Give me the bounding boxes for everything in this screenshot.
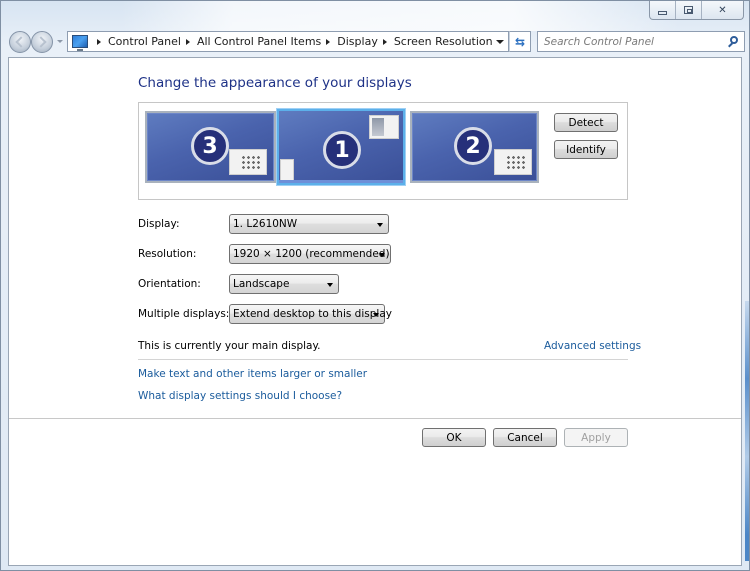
display-label: Display:: [138, 218, 180, 230]
orientation-label: Orientation:: [138, 278, 201, 290]
titlebar: [121, 1, 681, 31]
control-panel-window: ✕ Control Panel All Control Panel Items …: [0, 0, 750, 571]
screen-resolution-panel: Change the appearance of your displays 3…: [8, 57, 742, 566]
refresh-button[interactable]: ⇆: [509, 31, 531, 52]
desktop-window-icon: [229, 149, 267, 175]
orientation-select[interactable]: Landscape: [229, 274, 339, 294]
advanced-settings-link[interactable]: Advanced settings: [544, 340, 641, 352]
close-icon: ✕: [718, 4, 727, 16]
search-input[interactable]: [544, 35, 724, 48]
caption-buttons: ✕: [649, 1, 744, 20]
breadcrumb-chevron-icon[interactable]: [185, 38, 190, 45]
recent-pages-dropdown[interactable]: [57, 40, 63, 43]
forward-button[interactable]: [31, 31, 53, 53]
multiple-displays-label: Multiple displays:: [138, 308, 230, 320]
refresh-icon: ⇆: [514, 34, 526, 49]
cancel-button[interactable]: Cancel: [493, 428, 557, 447]
detect-button[interactable]: Detect: [554, 113, 618, 132]
display-select[interactable]: 1. L2610NW: [229, 214, 389, 234]
ok-button[interactable]: OK: [422, 428, 486, 447]
chevron-down-icon: [373, 313, 379, 317]
desktop-window-icon: [280, 159, 294, 181]
minimize-icon: [658, 10, 667, 15]
grid-icon: [241, 155, 261, 171]
identify-button[interactable]: Identify: [554, 140, 618, 159]
breadcrumb-chevron-icon[interactable]: [382, 38, 387, 45]
breadcrumb-display[interactable]: Display: [337, 35, 378, 48]
desktop-window-icon: [494, 149, 532, 175]
restore-icon: [684, 6, 693, 14]
taskbar-preview: [279, 180, 403, 183]
chevron-down-icon: [379, 253, 385, 257]
divider: [138, 359, 628, 360]
resolution-label: Resolution:: [138, 248, 197, 260]
search-box: [537, 31, 745, 52]
orientation-value: Landscape: [233, 278, 290, 290]
display-settings-help-link[interactable]: What display settings should I choose?: [138, 390, 342, 402]
back-button[interactable]: [9, 31, 31, 53]
navigation-bar: Control Panel All Control Panel Items Di…: [7, 29, 747, 53]
desktop-window-icon: [369, 115, 399, 139]
grid-icon: [506, 155, 526, 171]
chevron-down-icon: [327, 283, 333, 287]
chevron-down-icon: [377, 223, 383, 227]
monitor-3[interactable]: 3: [145, 111, 276, 183]
resolution-select[interactable]: 1920 × 1200 (recommended): [229, 244, 391, 264]
apply-button[interactable]: Apply: [564, 428, 628, 447]
close-button[interactable]: ✕: [702, 1, 743, 19]
display-value: 1. L2610NW: [233, 218, 298, 230]
monitor-number-badge: 3: [191, 127, 229, 165]
breadcrumb-screen-resolution[interactable]: Screen Resolution: [394, 35, 493, 48]
display-control-panel-icon: [72, 35, 88, 51]
resolution-value: 1920 × 1200 (recommended): [233, 248, 390, 260]
monitor-1[interactable]: 1: [277, 109, 405, 185]
text-size-link[interactable]: Make text and other items larger or smal…: [138, 368, 367, 380]
breadcrumb-control-panel[interactable]: Control Panel: [108, 35, 181, 48]
multiple-displays-value: Extend desktop to this display: [233, 308, 392, 320]
minimize-button[interactable]: [650, 1, 676, 19]
divider: [9, 418, 741, 419]
main-display-status: This is currently your main display.: [138, 340, 321, 352]
maximize-button[interactable]: [676, 1, 702, 19]
address-bar[interactable]: Control Panel All Control Panel Items Di…: [67, 31, 509, 52]
monitor-arrangement: 3 1 2 Detect Identify: [138, 102, 628, 200]
window-edge-glow: [745, 301, 749, 561]
search-icon[interactable]: [730, 36, 738, 44]
monitor-number-badge: 1: [323, 131, 361, 169]
monitor-number-badge: 2: [454, 127, 492, 165]
address-history-dropdown-icon[interactable]: [496, 40, 504, 44]
breadcrumb-chevron-icon[interactable]: [97, 38, 101, 45]
page-title: Change the appearance of your displays: [138, 75, 412, 91]
monitor-2[interactable]: 2: [410, 111, 539, 183]
breadcrumb-chevron-icon[interactable]: [326, 38, 331, 45]
breadcrumb-all-items[interactable]: All Control Panel Items: [197, 35, 321, 48]
multiple-displays-select[interactable]: Extend desktop to this display: [229, 304, 392, 324]
